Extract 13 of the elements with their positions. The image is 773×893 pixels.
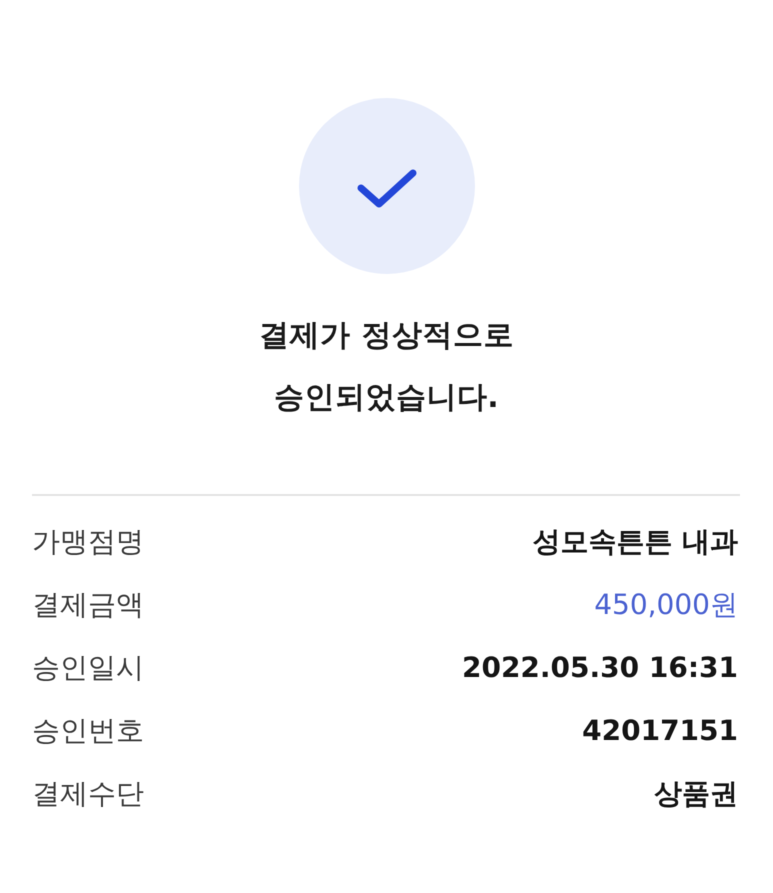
check-icon	[298, 98, 474, 274]
detail-value: 450,000원	[594, 587, 738, 623]
detail-value: 상품권	[654, 776, 738, 812]
detail-label: 가맹점명	[32, 524, 144, 560]
detail-label: 승인번호	[32, 713, 144, 749]
detail-label: 결제수단	[32, 776, 144, 812]
detail-value: 2022.05.30 16:31	[462, 650, 738, 686]
detail-value: 성모속튼튼 내과	[532, 524, 738, 560]
status-message: 결제가 정상적으로	[259, 317, 514, 355]
status-message: 승인되었습니다.	[274, 379, 500, 417]
detail-label: 승인일시	[32, 650, 144, 686]
detail-label: 결제금액	[32, 587, 144, 623]
detail-value: 42017151	[582, 713, 738, 749]
